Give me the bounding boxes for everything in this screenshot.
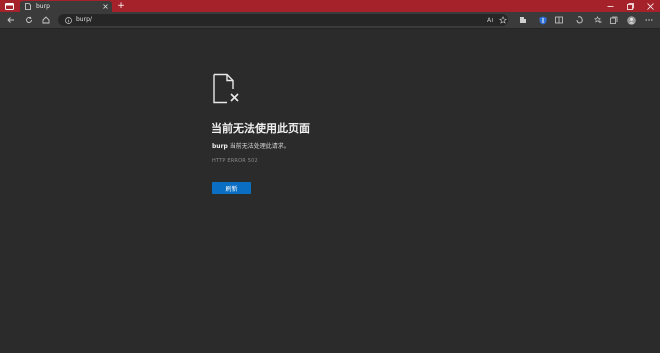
home-icon [42, 16, 50, 24]
new-tab-icon: + [117, 1, 125, 11]
page-content: 当前无法使用此页面 burp 当前无法处理此请求。 HTTP ERROR 502… [0, 29, 660, 353]
minimize-button[interactable] [600, 0, 620, 12]
url-text[interactable]: burp/ [76, 16, 92, 24]
error-description: burp 当前无法处理此请求。 [212, 141, 290, 150]
read-aloud-icon[interactable]: A [487, 16, 495, 24]
page-title: 当前无法使用此页面 [211, 122, 310, 135]
page-favicon-icon [25, 3, 32, 10]
reload-button[interactable]: 刷新 [212, 182, 251, 194]
title-bar: burp + [0, 0, 660, 12]
address-bar[interactable]: burp/ A [58, 14, 508, 26]
refresh-icon [26, 16, 32, 23]
close-window-button[interactable] [640, 0, 660, 12]
more-options-icon[interactable] [644, 15, 654, 25]
browser-toolbar: burp/ A [0, 12, 660, 29]
new-tab-button[interactable]: + [116, 1, 126, 11]
collections-icon[interactable] [609, 15, 619, 25]
browser-essentials-icon[interactable] [575, 15, 585, 25]
close-tab-icon[interactable] [101, 3, 109, 11]
host-name: burp [212, 143, 228, 150]
active-tab[interactable]: burp [20, 1, 112, 12]
split-screen-icon[interactable] [554, 15, 564, 25]
back-button[interactable] [6, 15, 16, 25]
extension-icon[interactable] [518, 15, 528, 25]
restore-button[interactable] [620, 0, 640, 12]
profile-avatar-icon[interactable] [626, 15, 636, 25]
favorites-icon[interactable] [593, 15, 603, 25]
favorite-star-icon[interactable] [499, 16, 507, 24]
window-controls [600, 0, 660, 12]
refresh-button[interactable] [24, 15, 34, 25]
back-arrow-icon [7, 17, 14, 23]
broken-document-icon [213, 73, 239, 104]
error-message: 当前无法处理此请求。 [227, 143, 290, 150]
tab-title: burp [36, 3, 50, 10]
shield-icon[interactable] [538, 15, 548, 25]
site-info-icon[interactable] [64, 16, 72, 24]
workspaces-icon[interactable] [4, 2, 15, 10]
error-code: HTTP ERROR 502 [212, 158, 258, 164]
home-button[interactable] [41, 15, 51, 25]
svg-text:A: A [487, 17, 492, 24]
